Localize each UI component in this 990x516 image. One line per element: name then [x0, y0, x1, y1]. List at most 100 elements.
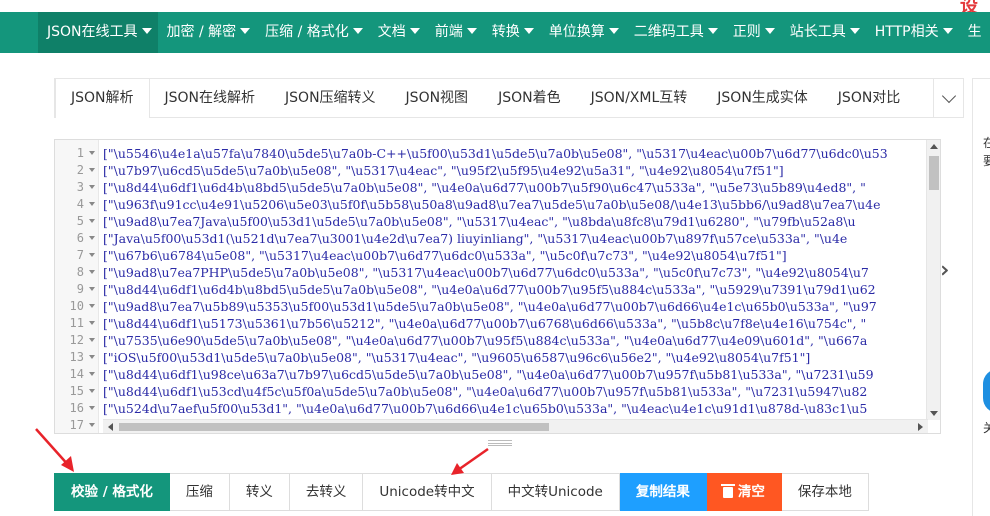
nav-item-json-tools[interactable]: JSON在线工具	[38, 12, 158, 53]
line-number: 6	[55, 230, 99, 247]
caret-down-icon	[608, 27, 619, 34]
nav-item-frontend[interactable]: 前端	[426, 12, 483, 53]
button-label: 保存本地	[797, 484, 852, 500]
nav-label: 正则	[732, 24, 761, 40]
button-label: 转义	[245, 484, 273, 500]
fold-arrow-icon[interactable]	[89, 304, 95, 308]
code-line: ["\u7535\u6e90\u5de5\u7a0b\u5e08", "\u4e…	[103, 333, 868, 348]
nav-label: HTTP相关	[874, 24, 939, 40]
button-label: Unicode转中文	[379, 484, 475, 500]
caret-down-icon	[764, 27, 775, 34]
tab-json-compress-escape[interactable]: JSON压缩转义	[270, 79, 391, 117]
tabs-more-button[interactable]	[933, 79, 963, 117]
nav-item-units[interactable]: 单位换算	[540, 12, 625, 53]
line-number: 1	[55, 145, 99, 162]
fold-arrow-icon[interactable]	[89, 236, 95, 240]
nav-label: 压缩 / 格式化	[265, 24, 349, 40]
code-line: ["\u963f\u91cc\u4e91\u5206\u5e03\u5f0f\u…	[103, 197, 881, 212]
code-line: ["\u8d44\u6df1\u6d4b\u8bd5\u5de5\u7a0b\u…	[103, 282, 876, 297]
button-label: 清空	[737, 484, 765, 500]
scroll-up-arrow-icon[interactable]	[930, 144, 938, 149]
tab-json-color[interactable]: JSON着色	[483, 79, 576, 117]
right-panel-line: 要	[983, 154, 990, 168]
right-side-panel: 在要 关	[972, 78, 990, 516]
caret-down-icon	[707, 27, 718, 34]
line-number: 4	[55, 196, 99, 213]
chinese-to-unicode-button[interactable]: 中文转Unicode	[491, 473, 620, 511]
nav-item-webmaster[interactable]: 站长工具	[781, 12, 866, 53]
nav-item-http[interactable]: HTTP相关	[866, 12, 959, 53]
button-label: 去转义	[305, 484, 347, 500]
nav-item-encrypt[interactable]: 加密 / 解密	[158, 12, 257, 53]
nav-item-more[interactable]: 生	[959, 12, 988, 53]
button-label: 中文转Unicode	[507, 484, 603, 500]
fold-arrow-icon[interactable]	[89, 321, 95, 325]
nav-label: 转换	[491, 24, 520, 40]
code-line: ["\u7b97\u6cd5\u5de5\u7a0b\u5e08", "\u53…	[103, 163, 784, 178]
fold-arrow-icon[interactable]	[89, 287, 95, 291]
tab-json-view[interactable]: JSON视图	[391, 79, 484, 117]
line-number: 2	[55, 162, 99, 179]
right-panel-line: 在	[983, 136, 990, 150]
scroll-thumb[interactable]	[119, 423, 549, 431]
blue-circle-icon[interactable]	[983, 369, 990, 413]
tab-json-parse[interactable]: JSON解析	[55, 79, 150, 118]
compress-button[interactable]: 压缩	[169, 473, 230, 511]
escape-button[interactable]: 转义	[229, 473, 290, 511]
fold-arrow-icon[interactable]	[89, 406, 95, 410]
unescape-button[interactable]: 去转义	[289, 473, 364, 511]
code-line: ["\u5546\u4e1a\u57fa\u7840\u5de5\u7a0b-C…	[103, 146, 888, 161]
nav-item-docs[interactable]: 文档	[369, 12, 426, 53]
nav-label: 单位换算	[548, 24, 605, 40]
tab-json-xml[interactable]: JSON/XML互转	[576, 79, 703, 117]
copy-result-button[interactable]: 复制结果	[619, 473, 707, 511]
fold-arrow-icon[interactable]	[89, 372, 95, 376]
line-number-text: 3	[76, 180, 84, 194]
fold-arrow-icon[interactable]	[89, 168, 95, 172]
line-number: 9	[55, 281, 99, 298]
json-editor[interactable]: 1 2 3 4 5 6 7 8 9 10 11 12 13 14 15 16 17 ["\u5546\u4e1a…	[54, 139, 941, 434]
double-chevron-right-icon[interactable]: ››	[940, 258, 948, 283]
fold-arrow-icon[interactable]	[89, 270, 95, 274]
fold-arrow-icon[interactable]	[89, 423, 95, 427]
code-line: ["\u9ad8\u7ea7Java\u5f00\u53d1\u5de5\u7a…	[103, 214, 856, 229]
fold-arrow-icon[interactable]	[89, 355, 95, 359]
nav-item-compress-format[interactable]: 压缩 / 格式化	[256, 12, 369, 53]
scroll-right-arrow-icon[interactable]	[918, 423, 923, 431]
line-number-text: 2	[76, 163, 84, 177]
caret-down-icon	[849, 27, 860, 34]
vertical-scrollbar[interactable]	[926, 140, 940, 420]
fold-arrow-icon[interactable]	[89, 202, 95, 206]
scroll-down-arrow-icon[interactable]	[930, 411, 938, 416]
unicode-to-chinese-button[interactable]: Unicode转中文	[363, 473, 492, 511]
button-label: 复制结果	[635, 484, 690, 500]
fold-arrow-icon[interactable]	[89, 389, 95, 393]
caret-down-icon	[466, 27, 477, 34]
fold-arrow-icon[interactable]	[89, 219, 95, 223]
line-number: 8	[55, 264, 99, 281]
action-button-bar: 校验 / 格式化 压缩 转义 去转义 Unicode转中文 中文转Unicode…	[54, 473, 869, 511]
validate-format-button[interactable]: 校验 / 格式化	[54, 473, 170, 511]
fold-arrow-icon[interactable]	[89, 185, 95, 189]
tab-json-online-parse[interactable]: JSON在线解析	[150, 79, 271, 117]
tab-json-compare[interactable]: JSON对比	[823, 79, 916, 117]
code-line: ["\u8d44\u6df1\u53cd\u4f5c\u5f0a\u5de5\u…	[103, 384, 868, 399]
fold-arrow-icon[interactable]	[89, 151, 95, 155]
fold-arrow-icon[interactable]	[89, 338, 95, 342]
nav-item-qrcode[interactable]: 二维码工具	[625, 12, 724, 53]
horizontal-scrollbar[interactable]	[103, 419, 928, 433]
tab-json-entity[interactable]: JSON生成实体	[702, 79, 823, 117]
code-area[interactable]: ["\u5546\u4e1a\u57fa\u7840\u5de5\u7a0b-C…	[103, 140, 927, 433]
caret-down-icon	[240, 27, 251, 34]
line-number-text: 7	[76, 248, 84, 262]
code-line: ["\u9ad8\u7ea7PHP\u5de5\u7a0b\u5e08", "\…	[103, 265, 869, 280]
nav-item-convert[interactable]: 转换	[483, 12, 540, 53]
scroll-thumb[interactable]	[929, 156, 939, 190]
caret-down-icon	[409, 27, 420, 34]
nav-item-regex[interactable]: 正则	[724, 12, 781, 53]
line-gutter: 1 2 3 4 5 6 7 8 9 10 11 12 13 14 15 16 17	[55, 140, 99, 433]
fold-arrow-icon[interactable]	[89, 253, 95, 257]
clear-button[interactable]: 清空	[706, 473, 782, 511]
scroll-left-arrow-icon[interactable]	[108, 423, 113, 431]
save-local-button[interactable]: 保存本地	[781, 473, 869, 511]
